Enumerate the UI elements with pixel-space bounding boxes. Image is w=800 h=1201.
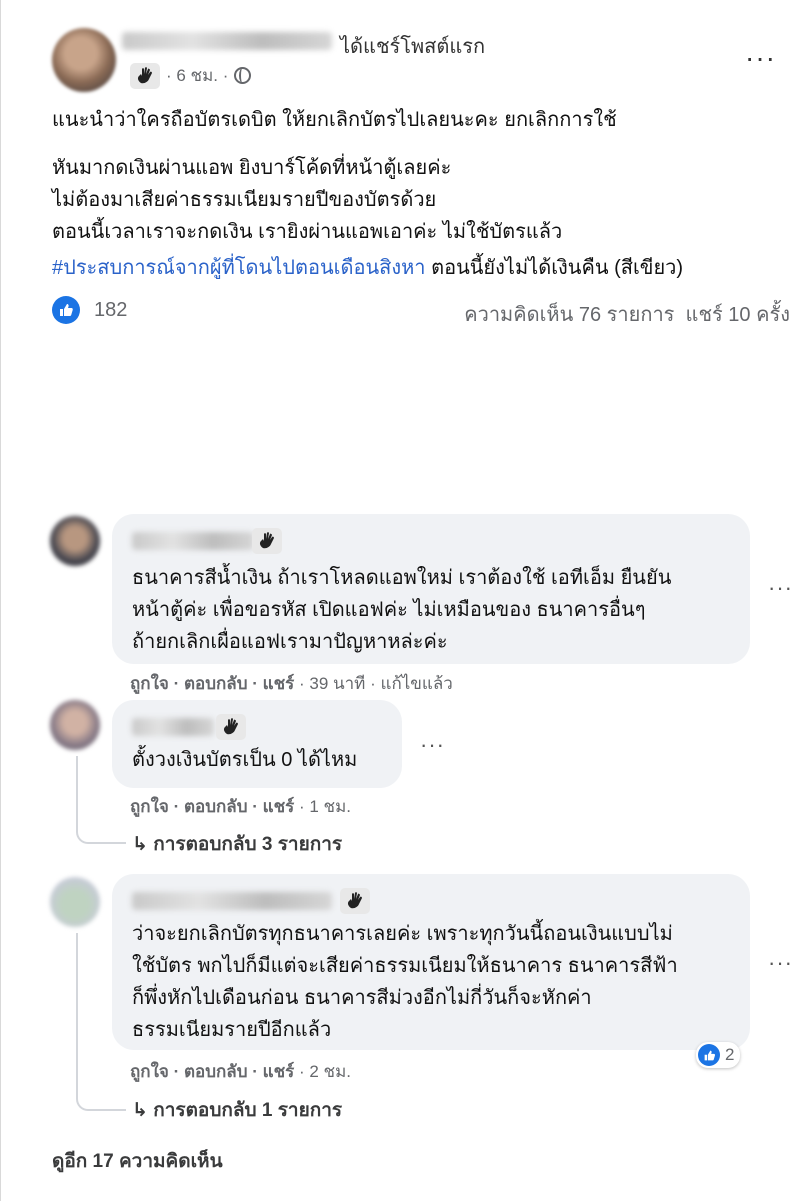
- view-replies-link[interactable]: ↳ การตอบกลับ 3 รายการ: [132, 829, 342, 859]
- share-link[interactable]: แชร์: [263, 674, 295, 693]
- like-count: 182: [94, 298, 128, 321]
- like-icon: [698, 1044, 720, 1066]
- comment-text: ว่าจะยกเลิกบัตรทุกธนาคารเลยค่ะ เพราะทุกว…: [132, 918, 747, 1046]
- comment-actions: ถูกใจ · ตอบกลับ · แชร์ · 1 ชม.: [130, 797, 352, 816]
- replies-label: การตอบกลับ 1 รายการ: [153, 1100, 343, 1121]
- wave-hand-icon: [216, 714, 246, 740]
- commenter-name-redacted[interactable]: [132, 532, 254, 550]
- author-avatar[interactable]: [52, 28, 116, 92]
- reaction-summary[interactable]: 182: [52, 296, 127, 324]
- left-border: [0, 0, 1, 1201]
- share-count-link[interactable]: แชร์ 10 ครั้ง: [686, 304, 790, 326]
- comment-text-line: ธรรมเนียมรายปีอีกแล้ว: [132, 1019, 332, 1041]
- wave-hand-icon: [130, 62, 160, 89]
- view-replies-link[interactable]: ↳ การตอบกลับ 1 รายการ: [132, 1095, 342, 1125]
- comment-text-line: ว่าจะยกเลิกบัตรทุกธนาคารเลยค่ะ เพราะทุกว…: [132, 923, 673, 945]
- comment-text: ธนาคารสีน้ำเงิน ถ้าเราโหลดแอพใหม่ เราต้อ…: [132, 562, 742, 658]
- reply-link[interactable]: ตอบกลับ: [184, 797, 248, 816]
- comment-actions: ถูกใจ · ตอบกลับ · แชร์ · 2 ชม.: [130, 1062, 352, 1081]
- post-meta: · 6 ชม. ·: [130, 62, 252, 89]
- comment-count-link[interactable]: ความคิดเห็น 76 รายการ: [464, 304, 674, 326]
- comment-bubble: ตั้งวงเงินบัตรเป็น 0 ได้ไหม: [112, 700, 402, 788]
- commenter-avatar[interactable]: [50, 516, 100, 566]
- comment-text-line: ถ้ายกเลิกเผื่อแอฟเรามาปัญหาหล่ะค่ะ: [132, 631, 448, 653]
- comment-time[interactable]: · 1 ชม.: [299, 797, 351, 816]
- post-stats: ความคิดเห็น 76 รายการ แชร์ 10 ครั้ง: [464, 298, 790, 330]
- wave-hand-icon: [340, 888, 370, 914]
- like-icon: [52, 296, 80, 324]
- commenter-name-redacted[interactable]: [132, 892, 332, 910]
- commenter-name-redacted[interactable]: [132, 718, 214, 736]
- comment-bubble: ธนาคารสีน้ำเงิน ถ้าเราโหลดแอพใหม่ เราต้อ…: [112, 514, 750, 664]
- comment-text-line: ธนาคารสีน้ำเงิน ถ้าเราโหลดแอพใหม่ เราต้อ…: [132, 567, 672, 589]
- reply-link[interactable]: ตอบกลับ: [184, 1062, 248, 1081]
- post-body: แนะนำว่าใครถือบัตรเดบิต ให้ยกเลิกบัตรไปเ…: [52, 104, 792, 284]
- comment-text-line: ก็พึ่งหักไปเดือนก่อน ธนาคารสีม่วงอีกไม่ก…: [132, 987, 592, 1009]
- reply-link[interactable]: ตอบกลับ: [184, 674, 248, 693]
- commenter-avatar[interactable]: [50, 700, 100, 750]
- hashtag-link[interactable]: #ประสบการณ์จากผู้ที่โดนไปตอนเดือนสิงหา: [52, 257, 426, 279]
- comment-time[interactable]: · 2 ชม.: [299, 1062, 351, 1081]
- post-options-button[interactable]: ···: [745, 42, 776, 74]
- comment-options-button[interactable]: ···: [768, 950, 793, 976]
- like-link[interactable]: ถูกใจ: [130, 1062, 169, 1081]
- share-link[interactable]: แชร์: [263, 797, 295, 816]
- globe-icon: [234, 67, 252, 84]
- facebook-post-view: ได้แชร์โพสต์แรก · 6 ชม. · ··· แนะนำว่าใค…: [0, 0, 800, 1201]
- author-name-redacted[interactable]: [122, 32, 332, 50]
- comment-time[interactable]: · 39 นาที · แก้ไขแล้ว: [299, 674, 453, 693]
- post-text-line: แนะนำว่าใครถือบัตรเดบิต ให้ยกเลิกบัตรไปเ…: [52, 109, 617, 131]
- shared-post-text: ได้แชร์โพสต์แรก: [340, 36, 486, 58]
- comment-text-line: ใช้บัตร พกไปก็มีแต่จะเสียค่าธรรมเนียมให้…: [132, 955, 678, 977]
- like-link[interactable]: ถูกใจ: [130, 797, 169, 816]
- share-link[interactable]: แชร์: [263, 1062, 295, 1081]
- commenter-avatar[interactable]: [50, 877, 100, 927]
- like-link[interactable]: ถูกใจ: [130, 674, 169, 693]
- comment-text-line: หน้าตู้ค่ะ เพื่อขอรหัส เปิดแอฟค่ะ ไม่เหม…: [132, 599, 646, 621]
- comment-text: ตั้งวงเงินบัตรเป็น 0 ได้ไหม: [132, 749, 358, 771]
- view-more-comments-link[interactable]: ดูอีก 17 ความคิดเห็น: [52, 1146, 223, 1176]
- post-text-line: ตอนนี้เวลาเราจะกดเงิน เรายิงผ่านแอพเอาค่…: [52, 221, 563, 243]
- comment-actions: ถูกใจ · ตอบกลับ · แชร์ · 39 นาที · แก้ไข…: [130, 674, 453, 693]
- comment-reaction-count: 2: [725, 1045, 735, 1064]
- comment-reaction-pill[interactable]: 2: [696, 1042, 741, 1068]
- comment-bubble: ว่าจะยกเลิกบัตรทุกธนาคารเลยค่ะ เพราะทุกว…: [112, 874, 750, 1050]
- post-text-line: ไม่ต้องมาเสียค่าธรรมเนียมรายปีของบัตรด้ว…: [52, 189, 437, 211]
- reply-arrow-icon: ↳: [132, 1100, 148, 1121]
- reply-arrow-icon: ↳: [132, 834, 148, 855]
- post-text-line: หันมากดเงินผ่านแอพ ยิงบาร์โค้ดที่หน้าตู้…: [52, 157, 452, 179]
- comment-options-button[interactable]: ···: [420, 732, 445, 758]
- post-time[interactable]: · 6 ชม. ·: [166, 62, 228, 89]
- replies-label: การตอบกลับ 3 รายการ: [153, 834, 343, 855]
- post-hashtag-line: #ประสบการณ์จากผู้ที่โดนไปตอนเดือนสิงหา ต…: [52, 252, 792, 284]
- wave-hand-icon: [252, 528, 282, 554]
- comment-options-button[interactable]: ···: [768, 575, 793, 601]
- post-text-tail: ตอนนี้ยังไม่ได้เงินคืน (สีเขียว): [425, 257, 684, 279]
